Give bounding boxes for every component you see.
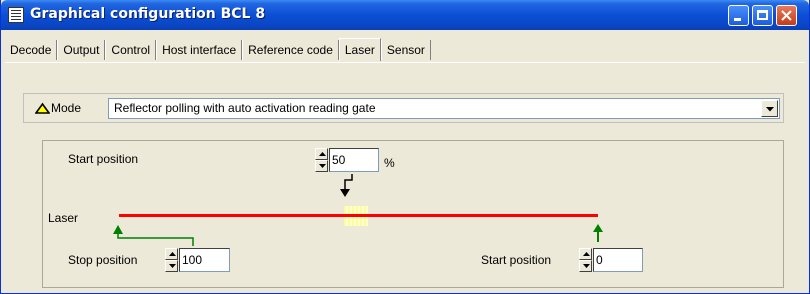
percent-unit-label: % xyxy=(384,156,395,170)
stop-position-input[interactable]: 100 xyxy=(179,248,230,272)
config-window: Graphical configuration BCL 8 Decode Out… xyxy=(0,0,810,294)
mode-dropdown-button[interactable] xyxy=(761,100,778,117)
mode-icon xyxy=(35,102,50,114)
start-position2-spinner[interactable] xyxy=(579,248,592,272)
arrow-up-icon xyxy=(583,252,590,256)
mode-label: Mode xyxy=(51,101,82,115)
tab-sensor[interactable]: Sensor xyxy=(380,40,431,60)
tab-laser[interactable]: Laser xyxy=(338,38,381,61)
start-position-input[interactable]: 50 xyxy=(329,148,379,172)
start-position2-label: Start position xyxy=(481,253,552,267)
spin-up-button[interactable] xyxy=(165,248,178,260)
arrow-up-icon xyxy=(319,152,326,156)
window-title: Graphical configuration BCL 8 xyxy=(30,6,266,22)
start-position2-input[interactable]: 0 xyxy=(593,248,643,272)
arrow-down-icon xyxy=(169,264,176,268)
mode-select-value: Reflector polling with auto activation r… xyxy=(114,101,376,115)
tab-reference-code[interactable]: Reference code xyxy=(242,40,339,60)
spin-down-button[interactable] xyxy=(315,160,328,172)
tab-control[interactable]: Control xyxy=(105,40,157,60)
arrow-down-icon xyxy=(583,264,590,268)
spin-down-button[interactable] xyxy=(165,260,178,272)
title-bar[interactable]: Graphical configuration BCL 8 xyxy=(1,0,809,30)
laser-label: Laser xyxy=(48,211,79,225)
spin-up-button[interactable] xyxy=(315,148,328,160)
stop-position-spinner[interactable] xyxy=(165,248,178,272)
start-position-label: Start position xyxy=(68,152,139,166)
stop-position-label: Stop position xyxy=(68,253,138,267)
app-icon[interactable] xyxy=(8,7,24,23)
spin-up-button[interactable] xyxy=(579,248,592,260)
close-icon xyxy=(781,10,792,21)
tab-host-interface[interactable]: Host interface xyxy=(156,40,243,60)
tab-output[interactable]: Output xyxy=(57,40,106,60)
arrow-down-icon xyxy=(319,164,326,168)
mode-select[interactable]: Reflector polling with auto activation r… xyxy=(108,98,780,119)
start-position-spinner[interactable] xyxy=(315,148,328,172)
chevron-down-icon xyxy=(766,107,774,112)
tab-decode[interactable]: Decode xyxy=(5,40,58,60)
minimize-button[interactable] xyxy=(728,5,749,26)
spin-down-button[interactable] xyxy=(579,260,592,272)
close-button[interactable] xyxy=(776,5,797,26)
tab-strip: Decode Output Control Host interface Ref… xyxy=(5,38,431,62)
arrow-up-icon xyxy=(169,252,176,256)
laser-line xyxy=(119,214,598,217)
maximize-button[interactable] xyxy=(752,5,773,26)
